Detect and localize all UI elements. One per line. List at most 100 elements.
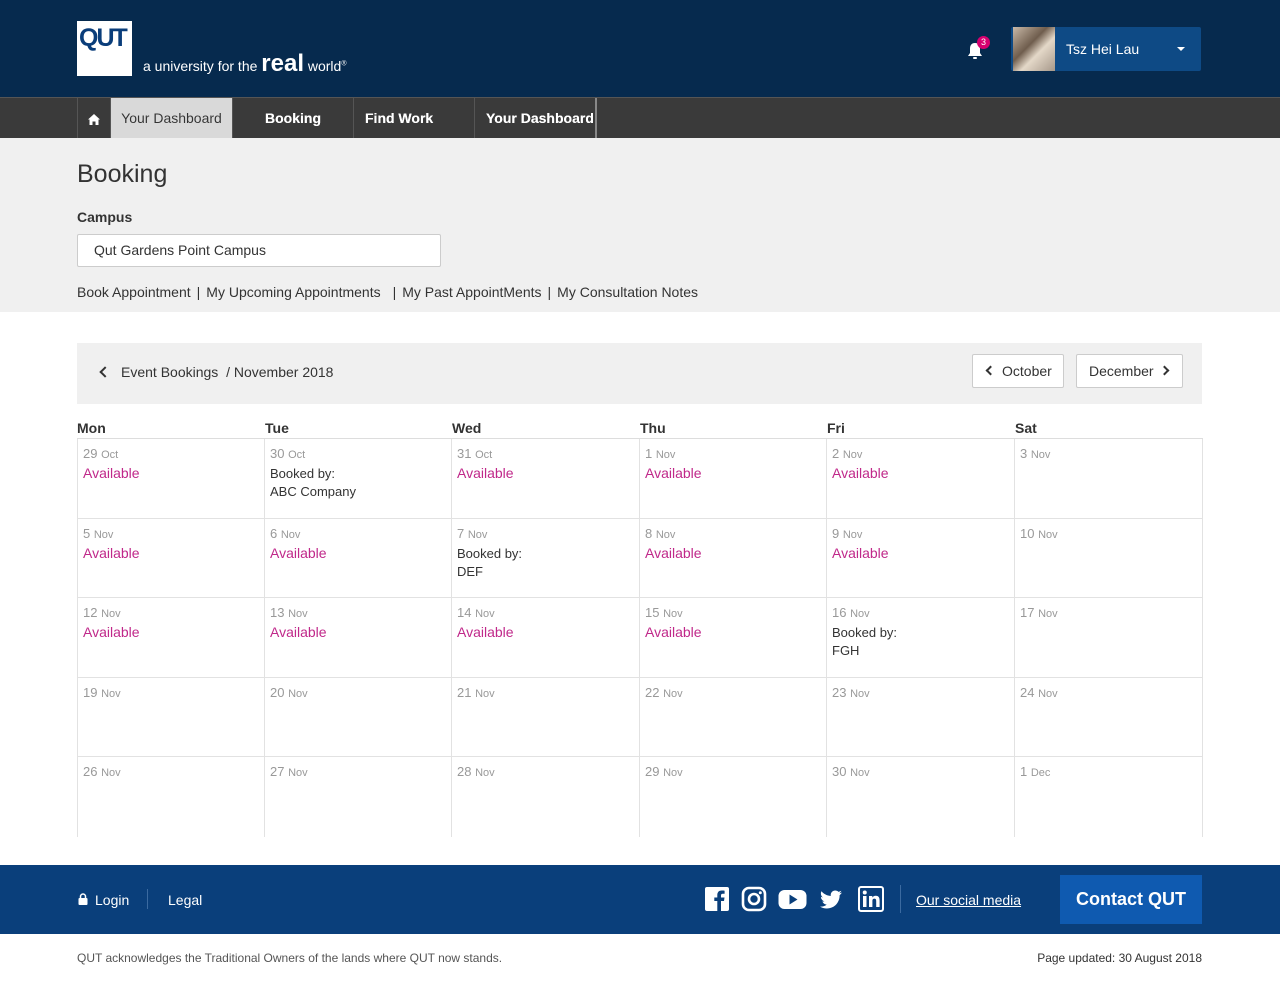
day-month: Nov <box>475 608 495 620</box>
day-number: 1 <box>645 446 653 461</box>
day-date: 10 Nov <box>1020 526 1058 541</box>
user-menu[interactable]: Tsz Hei Lau <box>1011 27 1201 71</box>
day-month: Nov <box>842 528 863 541</box>
day-number: 19 <box>83 684 98 700</box>
booked-info: Booked by: ABC Company <box>270 465 356 501</box>
available-status[interactable]: Available <box>270 545 327 561</box>
twitter-icon[interactable] <box>818 886 844 912</box>
day-number: 3 <box>1020 446 1028 461</box>
dow-wed: Wed <box>452 420 482 436</box>
calendar-day-cell[interactable]: 6 Nov Available <box>265 518 452 598</box>
available-status[interactable]: Available <box>645 624 702 640</box>
nav-your-dashboard[interactable]: Your Dashboard <box>111 98 233 138</box>
day-date: 7 Nov <box>457 526 487 541</box>
available-status[interactable]: Available <box>270 624 327 640</box>
legal-link[interactable]: Legal <box>168 892 202 908</box>
calendar-day-cell: 24 Nov <box>1015 677 1203 757</box>
qut-logo[interactable]: QUT <box>77 21 132 76</box>
site-header: QUT a university for the real world® 3 T… <box>0 0 1280 97</box>
avatar <box>1013 27 1055 71</box>
day-month: Nov <box>101 608 121 620</box>
youtube-icon[interactable] <box>778 886 807 912</box>
link-book-appointment[interactable]: Book Appointment <box>77 284 191 300</box>
calendar-day-cell[interactable]: 8 Nov Available <box>640 518 827 598</box>
calendar-day-cell[interactable]: 5 Nov Available <box>77 518 265 598</box>
lock-icon <box>78 893 88 905</box>
breadcrumb: Event Bookings / November 2018 <box>97 364 333 380</box>
dow-sat: Sat <box>1015 420 1037 436</box>
calendar-day-cell[interactable]: 29 Oct Available <box>77 439 265 519</box>
booked-by: ABC Company <box>270 484 356 499</box>
calendar-day-cell[interactable]: 31 Oct Available <box>452 439 640 519</box>
available-status[interactable]: Available <box>645 545 702 561</box>
campus-select[interactable]: Qut Gardens Point Campus <box>77 234 441 267</box>
user-name: Tsz Hei Lau <box>1066 41 1140 57</box>
day-number: 22 <box>645 684 660 700</box>
day-date: 2 Nov <box>832 446 862 461</box>
day-number: 29 <box>83 446 98 461</box>
calendar-day-cell[interactable]: 9 Nov Available <box>827 518 1015 598</box>
divider <box>147 889 148 909</box>
social-media-link[interactable]: Our social media <box>916 892 1021 908</box>
day-number: 30 <box>832 764 847 779</box>
chevron-left-icon <box>985 365 996 376</box>
day-date: 1 Nov <box>645 446 675 461</box>
available-status[interactable]: Available <box>83 545 140 561</box>
day-month: Nov <box>850 687 870 700</box>
day-date: 30 Nov <box>832 764 870 779</box>
calendar-day-cell[interactable]: 12 Nov Available <box>77 598 265 678</box>
available-status[interactable]: Available <box>83 624 140 640</box>
next-month-label: December <box>1089 363 1154 379</box>
booked-info: Booked by: FGH <box>832 624 897 660</box>
page-updated-text: Page updated: 30 August 2018 <box>1037 951 1202 965</box>
day-month: Nov <box>842 449 863 461</box>
available-status[interactable]: Available <box>457 465 514 481</box>
available-status[interactable]: Available <box>457 624 514 640</box>
chevron-left-icon[interactable] <box>99 366 111 378</box>
nav-booking[interactable]: Booking <box>233 98 354 138</box>
link-past-appointments[interactable]: My Past AppointMents <box>402 284 541 300</box>
day-month: Oct <box>288 449 306 461</box>
day-number: 1 <box>1020 764 1028 779</box>
dow-thu: Thu <box>640 420 666 436</box>
day-number: 31 <box>457 446 472 461</box>
calendar-day-cell[interactable]: 14 Nov Available <box>452 598 640 678</box>
day-date: 29 Nov <box>645 764 683 779</box>
day-date: 15 Nov <box>645 605 683 620</box>
acknowledgement-text: QUT acknowledges the Traditional Owners … <box>77 951 503 965</box>
link-consultation-notes[interactable]: My Consultation Notes <box>557 284 698 300</box>
day-number: 26 <box>83 764 98 779</box>
campus-label: Campus <box>77 209 133 225</box>
nav-your-dashboard-2[interactable]: Your Dashboard <box>475 98 597 138</box>
nav-home[interactable] <box>77 98 111 138</box>
login-link[interactable]: Login <box>95 892 129 908</box>
tagline-real: real <box>261 50 304 77</box>
booked-by: DEF <box>457 563 483 579</box>
available-status[interactable]: Available <box>832 465 889 481</box>
facebook-icon[interactable] <box>704 886 730 912</box>
link-upcoming-appointments[interactable]: My Upcoming Appointments <box>206 284 380 300</box>
nav-find-work[interactable]: Find Work <box>354 98 475 138</box>
day-date: 14 Nov <box>457 605 495 620</box>
day-number: 10 <box>1020 525 1035 541</box>
day-number: 24 <box>1020 684 1035 700</box>
booked-by: FGH <box>832 643 860 658</box>
calendar-day-cell: 29 Nov <box>640 757 827 837</box>
available-status[interactable]: Available <box>832 545 889 561</box>
calendar-day-cell[interactable]: 15 Nov Available <box>640 598 827 678</box>
prev-month-button[interactable]: October <box>972 354 1064 388</box>
available-status[interactable]: Available <box>83 465 140 481</box>
contact-qut-button[interactable]: Contact QUT <box>1060 875 1202 924</box>
day-month: Nov <box>280 528 301 541</box>
available-status[interactable]: Available <box>645 465 702 481</box>
next-month-button[interactable]: December <box>1076 354 1183 388</box>
calendar-day-cell[interactable]: 1 Nov Available <box>640 439 827 519</box>
calendar-day-cell: 21 Nov <box>452 677 640 757</box>
calendar-day-cell[interactable]: 13 Nov Available <box>265 598 452 678</box>
calendar-day-cell[interactable]: 2 Nov Available <box>827 439 1015 519</box>
day-date: 23 Nov <box>832 685 870 700</box>
instagram-icon[interactable] <box>741 886 767 912</box>
linkedin-icon[interactable] <box>858 886 884 912</box>
dow-fri: Fri <box>827 420 845 436</box>
crumb-event-bookings[interactable]: Event Bookings <box>121 364 218 380</box>
